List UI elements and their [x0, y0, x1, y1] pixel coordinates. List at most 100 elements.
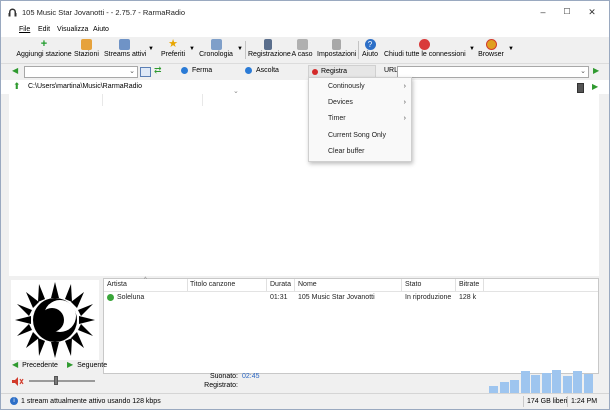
history-dropdown-icon[interactable]: ▼ [237, 46, 243, 52]
history-icon [210, 39, 222, 50]
menu-file[interactable]: File [19, 26, 30, 33]
menu-bar: File Edit Visualizza Aiuto [1, 23, 609, 37]
back-arrow-icon[interactable]: ◀ [12, 66, 18, 75]
browser-dropdown-icon[interactable]: ▼ [508, 46, 514, 52]
volume-slider-thumb[interactable] [54, 376, 58, 385]
app-window: 105 Music Star Jovanotti - - 2.75.7 - Ra… [0, 0, 610, 410]
go-arrow-icon[interactable]: ▶ [593, 66, 599, 75]
recording-label: Registrazione [248, 51, 291, 58]
column-divider [202, 94, 203, 106]
chevron-down-icon: ⌄ [129, 68, 135, 75]
cell-title [187, 293, 190, 303]
refresh-icon[interactable]: ⇄ [154, 65, 162, 76]
listen-button[interactable]: Ascolta [245, 67, 279, 74]
streams-status: 1 stream attualmente attivo usando 128 k… [21, 398, 161, 405]
favorites-dropdown-icon[interactable]: ▼ [189, 46, 195, 52]
grid-icon[interactable] [140, 67, 151, 77]
dice-icon [296, 39, 308, 50]
url-label: URL [384, 67, 399, 74]
close-button[interactable]: ✕ [584, 7, 600, 18]
spectrum-bar [573, 371, 582, 393]
spectrum-bar [510, 380, 519, 393]
help-icon: ? [364, 39, 376, 50]
toolbar-divider [358, 41, 359, 59]
active-streams-button[interactable]: Streams attivi [104, 38, 146, 58]
chevron-right-icon: › [403, 83, 406, 90]
menu-item-label: Devices [328, 99, 353, 106]
menu-view[interactable]: Visualizza [57, 26, 88, 33]
spectrum-bar [500, 382, 509, 393]
streams-dropdown-icon[interactable]: ▼ [148, 46, 154, 52]
close-all-dropdown-icon[interactable]: ▼ [469, 46, 475, 52]
column-divider [102, 94, 103, 106]
menu-item-clear-buffer[interactable]: Clear buffer [309, 144, 411, 160]
add-station-label: Aggiungi stazione [16, 51, 72, 58]
table-row[interactable]: Soleluna 01:31 105 Music Star Jovanotti … [104, 292, 598, 304]
cell-artist: Soleluna [117, 294, 145, 301]
stop-icon [181, 67, 188, 74]
stations-button[interactable]: Stazioni [74, 38, 99, 58]
stop-button[interactable]: Ferma [181, 67, 212, 74]
chevron-down-icon: ⌄ [580, 68, 586, 75]
settings-button[interactable]: Impostazioni [317, 38, 356, 58]
next-icon: ▶ [67, 360, 74, 369]
column-header-title[interactable]: Titolo canzone [187, 279, 267, 291]
history-button[interactable]: Cronologia [199, 38, 233, 58]
column-header-name[interactable]: Nome [295, 279, 402, 291]
title-bar: 105 Music Star Jovanotti - - 2.75.7 - Ra… [1, 1, 609, 23]
random-button[interactable]: A caso [291, 38, 313, 58]
control-bar: ◀ ⌄ ⇄ Ferma Ascolta Registra URL ⌄ ▶ [1, 63, 609, 80]
previous-icon: ◀ [12, 360, 19, 369]
stations-icon [80, 39, 92, 50]
cell-name: 105 Music Star Jovanotti [298, 294, 375, 301]
add-station-button[interactable]: + Aggiungi stazione [16, 38, 72, 59]
listen-label: Ascolta [255, 67, 279, 75]
minimize-button[interactable]: – [535, 7, 551, 17]
menu-help[interactable]: Aiuto [93, 26, 109, 33]
close-all-label: Chiudi tutte le connessioni [384, 51, 466, 58]
close-all-button[interactable]: Chiudi tutte le connessioni [384, 38, 466, 58]
previous-label: Precedente [22, 362, 58, 369]
device-icon[interactable] [577, 83, 584, 93]
volume-slider[interactable] [29, 376, 95, 385]
browser-button[interactable]: Browser [478, 38, 504, 58]
browser-label: Browser [478, 51, 504, 58]
spectrum-bar [584, 374, 593, 393]
window-title: 105 Music Star Jovanotti - - 2.75.7 - Ra… [22, 8, 185, 17]
cell-status: In riproduzione [405, 294, 452, 301]
maximize-button[interactable]: ☐ [559, 7, 575, 16]
station-select[interactable]: ⌄ [24, 66, 138, 78]
station-logo [11, 280, 99, 360]
recorded-label: Registrato: [204, 382, 238, 389]
sun-moon-logo-icon [15, 282, 95, 358]
plus-icon: + [40, 38, 48, 50]
toolbar-divider [245, 41, 246, 59]
spectrum-bar [521, 371, 530, 393]
record-label: Registra [321, 68, 348, 75]
spectrum-bar [489, 386, 498, 393]
menu-edit[interactable]: Edit [38, 26, 50, 33]
up-arrow-icon[interactable]: ⬆ [13, 81, 21, 92]
column-header-bitrate[interactable]: Bitrate [456, 279, 484, 291]
column-header-duration[interactable]: Durata [267, 279, 295, 291]
mute-icon[interactable] [12, 377, 24, 386]
column-header-status[interactable]: Stato [402, 279, 456, 291]
favorites-button[interactable]: ★ Preferiti [159, 38, 187, 59]
disk-free: 174 GB liberi [523, 396, 567, 407]
folder-path: C:\Users\martina\Music\RarmaRadio [28, 83, 142, 90]
play-icon [245, 67, 252, 74]
history-label: Cronologia [199, 51, 233, 58]
recording-button[interactable]: Registrazione [248, 38, 291, 58]
menu-item-current-song-only[interactable]: Current Song Only [309, 128, 411, 144]
menu-item-timer[interactable]: Timer › [309, 111, 411, 127]
help-button[interactable]: ? Aiuto [361, 38, 379, 58]
wrench-icon [331, 39, 341, 50]
next-label: Seguente [77, 362, 108, 369]
menu-item-continously[interactable]: Continously › [309, 79, 411, 95]
previous-button[interactable]: ◀ Precedente [12, 360, 58, 369]
next-button[interactable]: ▶ Seguente [67, 360, 107, 369]
play-small-icon[interactable]: ▶ [592, 82, 598, 91]
url-input[interactable]: ⌄ [397, 66, 589, 78]
menu-item-devices[interactable]: Devices › [309, 95, 411, 111]
streams-icon [118, 39, 130, 50]
